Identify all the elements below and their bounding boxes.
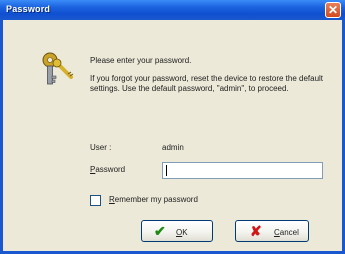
ok-button[interactable]: ✔ OK <box>141 220 213 242</box>
remember-password-label[interactable]: Remember my password <box>109 195 198 204</box>
window-frame-left <box>0 20 3 254</box>
window-title: Password <box>6 4 51 14</box>
ok-label-rest: K <box>182 228 188 237</box>
password-label-rest: assword <box>95 165 126 174</box>
remember-password-checkbox[interactable] <box>90 195 101 206</box>
user-value: admin <box>162 143 184 152</box>
text-caret <box>166 165 167 176</box>
ok-button-label: OK <box>176 228 188 237</box>
password-label: Password <box>90 165 125 174</box>
remember-label-rest: emember my password <box>114 195 198 204</box>
keys-icon <box>42 52 74 85</box>
password-input[interactable] <box>162 162 323 179</box>
forgot-password-text: If you forgot your password, reset the d… <box>90 74 324 93</box>
close-icon: ✕ <box>327 3 339 17</box>
intro-text: Please enter your password. <box>90 56 192 65</box>
title-bar: Password ✕ <box>0 0 345 20</box>
cancel-button[interactable]: ✘ Cancel <box>235 220 309 242</box>
user-label: User : <box>90 143 112 152</box>
cancel-x-icon: ✘ <box>250 223 262 239</box>
cancel-label-rest: ancel <box>279 228 299 237</box>
checkmark-icon: ✔ <box>154 223 166 239</box>
cancel-button-label: Cancel <box>274 228 299 237</box>
close-button[interactable]: ✕ <box>325 2 341 18</box>
